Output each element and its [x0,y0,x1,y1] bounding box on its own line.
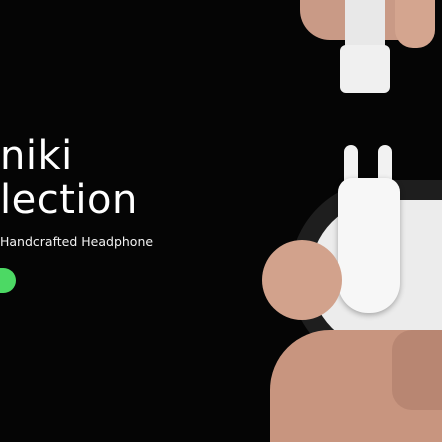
bottom-fingers [392,330,442,410]
slider-arm [338,178,400,313]
headband-clip [345,0,385,50]
hero-title-line2: lection [0,177,138,223]
bottom-thumb [262,240,342,320]
hero-title-line1: niki [0,133,73,179]
hero-subtitle: Handcrafted Headphone [0,234,154,249]
headband-connector [340,45,390,93]
top-thumb [395,0,435,48]
